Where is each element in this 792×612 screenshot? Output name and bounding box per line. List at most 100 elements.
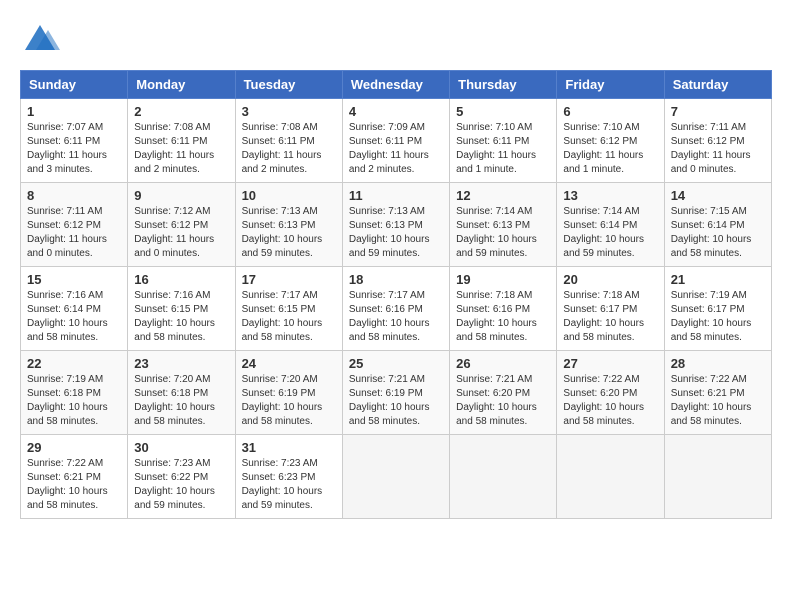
calendar-cell: 25 Sunrise: 7:21 AMSunset: 6:19 PMDayligh… xyxy=(342,351,449,435)
day-number: 28 xyxy=(671,356,765,371)
calendar-cell: 31 Sunrise: 7:23 AMSunset: 6:23 PMDayligh… xyxy=(235,435,342,519)
calendar-cell xyxy=(450,435,557,519)
day-number: 7 xyxy=(671,104,765,119)
cell-details: Sunrise: 7:17 AMSunset: 6:15 PMDaylight:… xyxy=(242,289,336,345)
day-number: 5 xyxy=(456,104,550,119)
logo-icon xyxy=(20,20,60,60)
calendar-cell: 12Sunrise: 7:14 AMSunset: 6:13 PMDayligh… xyxy=(450,183,557,267)
cell-details: Sunrise: 7:13 AMSunset: 6:13 PMDaylight:… xyxy=(242,205,336,261)
calendar-cell: 15 Sunrise: 7:16 AMSunset: 6:14 PMDayligh… xyxy=(21,267,128,351)
cell-details: Sunrise: 7:22 AMSunset: 6:21 PMDaylight:… xyxy=(27,457,121,513)
calendar-cell: 19Sunrise: 7:18 AMSunset: 6:16 PMDayligh… xyxy=(450,267,557,351)
cell-details: Sunrise: 7:08 AMSunset: 6:11 PMDaylight:… xyxy=(242,121,336,177)
cell-details: Sunrise: 7:19 AMSunset: 6:18 PMDaylight:… xyxy=(27,373,121,429)
cell-details: Sunrise: 7:08 AMSunset: 6:11 PMDaylight:… xyxy=(134,121,228,177)
cell-details: Sunrise: 7:07 AMSunset: 6:11 PMDaylight:… xyxy=(27,121,121,177)
calendar-cell: 13 Sunrise: 7:14 AMSunset: 6:14 PMDayligh… xyxy=(557,183,664,267)
calendar-week-3: 15 Sunrise: 7:16 AMSunset: 6:14 PMDayligh… xyxy=(21,267,772,351)
calendar-cell: 16 Sunrise: 7:16 AMSunset: 6:15 PMDayligh… xyxy=(128,267,235,351)
day-number: 25 xyxy=(349,356,443,371)
calendar-cell: 24 Sunrise: 7:20 AMSunset: 6:19 PMDayligh… xyxy=(235,351,342,435)
calendar-cell: 29Sunrise: 7:22 AMSunset: 6:21 PMDayligh… xyxy=(21,435,128,519)
calendar-header-row: SundayMondayTuesdayWednesdayThursdayFrid… xyxy=(21,71,772,99)
day-number: 20 xyxy=(563,272,657,287)
calendar-cell: 10Sunrise: 7:13 AMSunset: 6:13 PMDayligh… xyxy=(235,183,342,267)
calendar-week-1: 1 Sunrise: 7:07 AMSunset: 6:11 PMDaylight… xyxy=(21,99,772,183)
day-number: 15 xyxy=(27,272,121,287)
day-header-thursday: Thursday xyxy=(450,71,557,99)
day-number: 24 xyxy=(242,356,336,371)
calendar-week-5: 29Sunrise: 7:22 AMSunset: 6:21 PMDayligh… xyxy=(21,435,772,519)
calendar-cell: 1 Sunrise: 7:07 AMSunset: 6:11 PMDaylight… xyxy=(21,99,128,183)
day-number: 14 xyxy=(671,188,765,203)
cell-details: Sunrise: 7:22 AMSunset: 6:20 PMDaylight:… xyxy=(563,373,657,429)
calendar-cell: 8 Sunrise: 7:11 AMSunset: 6:12 PMDaylight… xyxy=(21,183,128,267)
day-number: 26 xyxy=(456,356,550,371)
calendar-cell: 9 Sunrise: 7:12 AMSunset: 6:12 PMDaylight… xyxy=(128,183,235,267)
cell-details: Sunrise: 7:17 AMSunset: 6:16 PMDaylight:… xyxy=(349,289,443,345)
cell-details: Sunrise: 7:13 AMSunset: 6:13 PMDaylight:… xyxy=(349,205,443,261)
calendar-table: SundayMondayTuesdayWednesdayThursdayFrid… xyxy=(20,70,772,519)
day-number: 6 xyxy=(563,104,657,119)
cell-details: Sunrise: 7:20 AMSunset: 6:19 PMDaylight:… xyxy=(242,373,336,429)
calendar-cell: 26 Sunrise: 7:21 AMSunset: 6:20 PMDayligh… xyxy=(450,351,557,435)
cell-details: Sunrise: 7:19 AMSunset: 6:17 PMDaylight:… xyxy=(671,289,765,345)
cell-details: Sunrise: 7:16 AMSunset: 6:14 PMDaylight:… xyxy=(27,289,121,345)
day-number: 9 xyxy=(134,188,228,203)
cell-details: Sunrise: 7:12 AMSunset: 6:12 PMDaylight:… xyxy=(134,205,228,261)
logo xyxy=(20,20,64,60)
day-number: 12 xyxy=(456,188,550,203)
calendar-cell: 27 Sunrise: 7:22 AMSunset: 6:20 PMDayligh… xyxy=(557,351,664,435)
day-number: 17 xyxy=(242,272,336,287)
day-number: 21 xyxy=(671,272,765,287)
day-number: 18 xyxy=(349,272,443,287)
day-number: 22 xyxy=(27,356,121,371)
calendar-cell: 5 Sunrise: 7:10 AMSunset: 6:11 PMDaylight… xyxy=(450,99,557,183)
calendar-cell: 18 Sunrise: 7:17 AMSunset: 6:16 PMDayligh… xyxy=(342,267,449,351)
day-header-tuesday: Tuesday xyxy=(235,71,342,99)
calendar-cell xyxy=(557,435,664,519)
cell-details: Sunrise: 7:20 AMSunset: 6:18 PMDaylight:… xyxy=(134,373,228,429)
cell-details: Sunrise: 7:18 AMSunset: 6:16 PMDaylight:… xyxy=(456,289,550,345)
cell-details: Sunrise: 7:21 AMSunset: 6:20 PMDaylight:… xyxy=(456,373,550,429)
calendar-cell: 30 Sunrise: 7:23 AMSunset: 6:22 PMDayligh… xyxy=(128,435,235,519)
cell-details: Sunrise: 7:11 AMSunset: 6:12 PMDaylight:… xyxy=(27,205,121,261)
cell-details: Sunrise: 7:10 AMSunset: 6:12 PMDaylight:… xyxy=(563,121,657,177)
day-number: 2 xyxy=(134,104,228,119)
calendar-cell: 7 Sunrise: 7:11 AMSunset: 6:12 PMDaylight… xyxy=(664,99,771,183)
day-number: 4 xyxy=(349,104,443,119)
calendar-cell: 23Sunrise: 7:20 AMSunset: 6:18 PMDayligh… xyxy=(128,351,235,435)
cell-details: Sunrise: 7:10 AMSunset: 6:11 PMDaylight:… xyxy=(456,121,550,177)
calendar-cell: 22 Sunrise: 7:19 AMSunset: 6:18 PMDayligh… xyxy=(21,351,128,435)
cell-details: Sunrise: 7:23 AMSunset: 6:22 PMDaylight:… xyxy=(134,457,228,513)
day-header-monday: Monday xyxy=(128,71,235,99)
calendar-cell xyxy=(664,435,771,519)
day-number: 1 xyxy=(27,104,121,119)
day-number: 31 xyxy=(242,440,336,455)
cell-details: Sunrise: 7:14 AMSunset: 6:14 PMDaylight:… xyxy=(563,205,657,261)
cell-details: Sunrise: 7:23 AMSunset: 6:23 PMDaylight:… xyxy=(242,457,336,513)
day-number: 8 xyxy=(27,188,121,203)
day-number: 27 xyxy=(563,356,657,371)
calendar-cell: 14 Sunrise: 7:15 AMSunset: 6:14 PMDayligh… xyxy=(664,183,771,267)
cell-details: Sunrise: 7:11 AMSunset: 6:12 PMDaylight:… xyxy=(671,121,765,177)
cell-details: Sunrise: 7:21 AMSunset: 6:19 PMDaylight:… xyxy=(349,373,443,429)
day-number: 11 xyxy=(349,188,443,203)
calendar-cell: 3Sunrise: 7:08 AMSunset: 6:11 PMDaylight… xyxy=(235,99,342,183)
calendar-week-4: 22 Sunrise: 7:19 AMSunset: 6:18 PMDayligh… xyxy=(21,351,772,435)
day-number: 13 xyxy=(563,188,657,203)
calendar-cell: 17 Sunrise: 7:17 AMSunset: 6:15 PMDayligh… xyxy=(235,267,342,351)
day-number: 30 xyxy=(134,440,228,455)
calendar-cell: 28 Sunrise: 7:22 AMSunset: 6:21 PMDayligh… xyxy=(664,351,771,435)
day-header-friday: Friday xyxy=(557,71,664,99)
day-header-wednesday: Wednesday xyxy=(342,71,449,99)
cell-details: Sunrise: 7:16 AMSunset: 6:15 PMDaylight:… xyxy=(134,289,228,345)
calendar-cell: 4 Sunrise: 7:09 AMSunset: 6:11 PMDaylight… xyxy=(342,99,449,183)
cell-details: Sunrise: 7:22 AMSunset: 6:21 PMDaylight:… xyxy=(671,373,765,429)
calendar-cell: 6 Sunrise: 7:10 AMSunset: 6:12 PMDaylight… xyxy=(557,99,664,183)
calendar-cell: 20 Sunrise: 7:18 AMSunset: 6:17 PMDayligh… xyxy=(557,267,664,351)
cell-details: Sunrise: 7:18 AMSunset: 6:17 PMDaylight:… xyxy=(563,289,657,345)
cell-details: Sunrise: 7:09 AMSunset: 6:11 PMDaylight:… xyxy=(349,121,443,177)
day-number: 16 xyxy=(134,272,228,287)
cell-details: Sunrise: 7:15 AMSunset: 6:14 PMDaylight:… xyxy=(671,205,765,261)
